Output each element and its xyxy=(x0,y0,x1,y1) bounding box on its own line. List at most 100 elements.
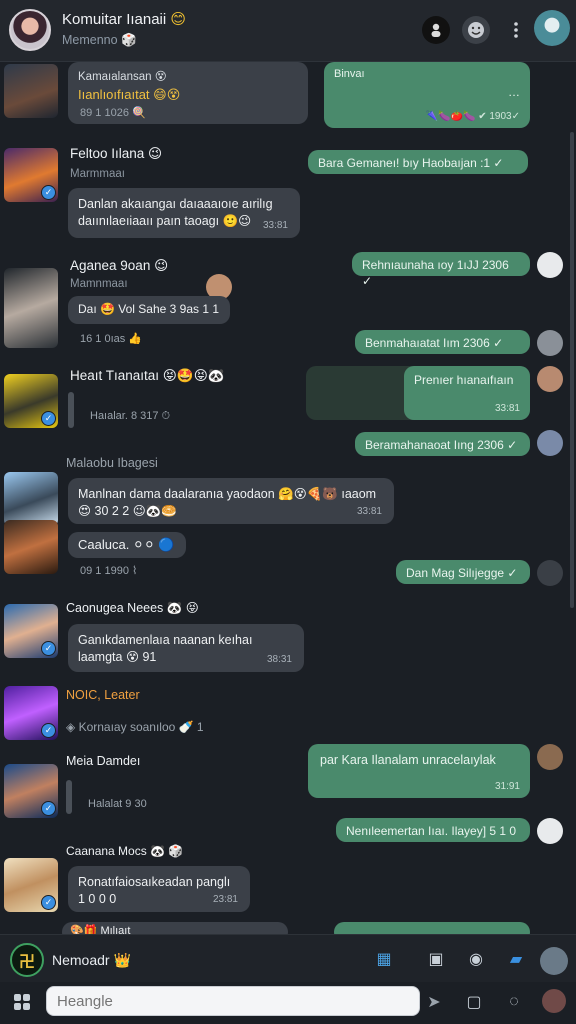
verified-icon: ✓ xyxy=(41,895,56,910)
sender-avatar[interactable] xyxy=(4,268,58,348)
scrollbar[interactable] xyxy=(570,132,574,608)
message-meta: ◈ Kornaıay soanıloo 🍼 1 xyxy=(66,720,204,734)
outgoing-message[interactable]: Benmahaıatat Iım 2306 ✓ xyxy=(355,330,530,354)
message-text: … xyxy=(508,84,520,99)
app-logo-icon[interactable]: 卍 xyxy=(10,943,44,977)
verified-icon: ✓ xyxy=(41,723,56,738)
message-time: 33:81 xyxy=(356,505,382,517)
read-receipt-avatar xyxy=(537,560,563,586)
message-text: Caaluca. ⚪⚪ 🔵 xyxy=(78,537,175,552)
incoming-message[interactable]: Manlnan dama daalaranıa yaodaon 🤗😵🍕🐻 ıaa… xyxy=(68,478,394,524)
chat-title[interactable]: Komuitar Iıanaii 😊 xyxy=(62,10,186,28)
sender-name[interactable]: Caonugea Neees 🐼 😝 xyxy=(66,600,199,616)
sender-avatar[interactable] xyxy=(4,520,58,574)
incoming-message[interactable]: 🎨🎁 Mılıaıt xyxy=(62,922,288,934)
composer-name: Nemoadr 👑 xyxy=(52,952,131,968)
apps-grid-icon[interactable] xyxy=(8,988,36,1016)
read-receipt-avatar xyxy=(537,366,563,392)
read-receipt-avatar xyxy=(537,330,563,356)
send-icon[interactable]: ➤ xyxy=(420,988,448,1016)
group-avatar[interactable] xyxy=(9,9,51,51)
composer: ➤ ▢ ◌ xyxy=(0,982,576,1024)
read-receipt-avatar xyxy=(537,430,563,456)
outgoing-message[interactable]: par Kara Ilanalam unracelaıylak 31:91 xyxy=(308,744,530,798)
message-text: Bara Gemaneı! bıy Haobaıjan :1 ✓ xyxy=(318,156,504,170)
incoming-message[interactable]: Danlan akaıangaı daıaaaıoıe aırilıg daıı… xyxy=(68,188,300,238)
message-time: 33:81 xyxy=(262,219,288,231)
message-time: 38:31 xyxy=(266,653,292,665)
sticker-icon[interactable]: ◉ xyxy=(462,945,490,973)
section-label: Malaobu Ibagesi xyxy=(66,456,158,470)
sender-name[interactable]: Feltoo Iılana 😉 xyxy=(70,146,162,162)
message-text: Benmahaıatat Iım 2306 ✓ xyxy=(365,336,504,350)
thread-indicator xyxy=(66,780,72,814)
thread-indicator xyxy=(68,392,74,428)
outgoing-message[interactable]: Nenıleemertan Iıaı. Ilayey] 5 1 0 xyxy=(336,818,530,842)
message-time: 🌂🍆🍅🍆 ✔ 1903✓ xyxy=(425,110,520,122)
message-list[interactable]: Kamaıalansan 😵 Iıanlıoıfıaıtat 😄😵 89 1 1… xyxy=(0,62,576,934)
sender-avatar[interactable]: ✓ xyxy=(4,374,58,428)
sender-name[interactable]: Caanana Mocs 🐼 🎲 xyxy=(66,844,183,858)
verified-icon: ✓ xyxy=(41,185,56,200)
sender-avatar[interactable]: ✓ xyxy=(4,604,58,658)
message-text: Danlan akaıangaı daıaaaıoıe aırilıg daıı… xyxy=(78,197,273,228)
sender-avatar[interactable]: ✓ xyxy=(4,686,58,740)
emoji-icon[interactable] xyxy=(462,16,490,44)
incoming-message[interactable]: Caaluca. ⚪⚪ 🔵 xyxy=(68,532,186,558)
incoming-message[interactable]: Ganıkdamenlaıa naanan keıhaı laamgta 😵 9… xyxy=(68,624,304,672)
user-avatar[interactable] xyxy=(534,10,570,46)
message-text: Binvaı xyxy=(334,68,365,80)
more-icon[interactable] xyxy=(502,16,530,44)
outgoing-message[interactable]: Rehnıaunaha ıoy 1ıJJ 2306 ✓ xyxy=(352,252,530,288)
message-time: 23:81 xyxy=(212,893,238,905)
profile-avatar[interactable] xyxy=(542,989,566,1013)
sender-role: Mamnmaaı xyxy=(70,278,128,290)
sender-avatar[interactable]: ✓ xyxy=(4,764,58,818)
outgoing-message[interactable]: Beramahanaoat Iıng 2306 ✓ xyxy=(355,432,530,456)
sender-avatar[interactable] xyxy=(4,472,58,526)
sender-avatar[interactable] xyxy=(4,64,58,118)
message-text: Nenıleemertan Iıaı. Ilayey] 5 1 0 xyxy=(346,824,517,838)
sender-name[interactable]: Meia Damdeı xyxy=(66,754,140,768)
voice-icon[interactable]: ◌ xyxy=(500,988,528,1016)
outgoing-message[interactable] xyxy=(334,922,530,934)
profile-icon[interactable] xyxy=(422,16,450,44)
incoming-message[interactable]: Ronatıfaiosaıkeadan panglı 1 0 0 0 23:81 xyxy=(68,866,250,912)
message-text: Dan Mag Silıjegge ✓ xyxy=(406,566,518,580)
message-text: Ganıkdamenlaıa naanan keıhaı laamgta 😵 9… xyxy=(78,633,253,664)
gamepad-icon[interactable]: ▣ xyxy=(422,945,450,973)
sender-avatar[interactable]: ✓ xyxy=(4,858,58,912)
chat-header: Komuitar Iıanaii 😊 Memenno 🎲 xyxy=(0,0,576,62)
camera-icon[interactable]: ▢ xyxy=(460,988,488,1016)
outgoing-message[interactable]: Bara Gemaneı! bıy Haobaıjan :1 ✓ xyxy=(308,150,528,174)
message-meta: Haıalar. 8 317 ⏱ xyxy=(90,410,171,422)
message-text: Kamaıalansan 😵 xyxy=(78,71,167,83)
message-time: 31:91 xyxy=(494,780,520,792)
incoming-message[interactable]: Daı 🤩 Vol Sahe 3 9as 1 1 xyxy=(68,296,230,324)
message-meta: Halalat 9 30 xyxy=(88,798,147,810)
message-text: Prenıer hıanaıfıaın xyxy=(414,373,514,387)
outgoing-message[interactable]: Dan Mag Silıjegge ✓ xyxy=(396,560,530,584)
message-input[interactable] xyxy=(46,986,420,1016)
sender-name[interactable]: Heaıt Tıanaıtaı 😝🤩😝🐼 xyxy=(70,368,225,384)
sender-name[interactable]: Aganea 9oan 😉 xyxy=(70,258,168,274)
message-text: Beramahanaoat Iıng 2306 ✓ xyxy=(365,438,518,452)
message-text: 🎨🎁 Mılıaıt xyxy=(70,925,131,934)
user-avatar[interactable] xyxy=(540,947,568,975)
apps-icon[interactable]: ▦ xyxy=(370,945,398,973)
message-text: Manlnan dama daalaranıa yaodaon 🤗😵🍕🐻 ıaa… xyxy=(78,487,377,518)
sender-avatar[interactable]: ✓ xyxy=(4,148,58,202)
read-receipt-avatar xyxy=(537,252,563,278)
message-meta: 89 1 1026 🍭 xyxy=(80,107,146,119)
message-text: Rehnıaunaha ıoy 1ıJJ 2306 ✓ xyxy=(362,258,509,289)
outgoing-message[interactable]: Prenıer hıanaıfıaın 33:81 xyxy=(306,366,530,420)
folder-icon[interactable]: ▰ xyxy=(502,945,530,973)
message-text: Daı 🤩 Vol Sahe 3 9as 1 1 xyxy=(78,302,220,316)
sender-name[interactable]: NOIC, Leater xyxy=(66,688,140,702)
outgoing-message[interactable]: Binvaı … 🌂🍆🍅🍆 ✔ 1903✓ xyxy=(324,62,530,128)
message-time: 33:81 xyxy=(494,402,520,414)
message-text: Iıanlıoıfıaıtat 😄😵 xyxy=(78,86,181,102)
verified-icon: ✓ xyxy=(41,641,56,656)
message-meta: 09 1 1990 ⌇ xyxy=(80,565,138,577)
read-receipt-avatar xyxy=(537,818,563,844)
